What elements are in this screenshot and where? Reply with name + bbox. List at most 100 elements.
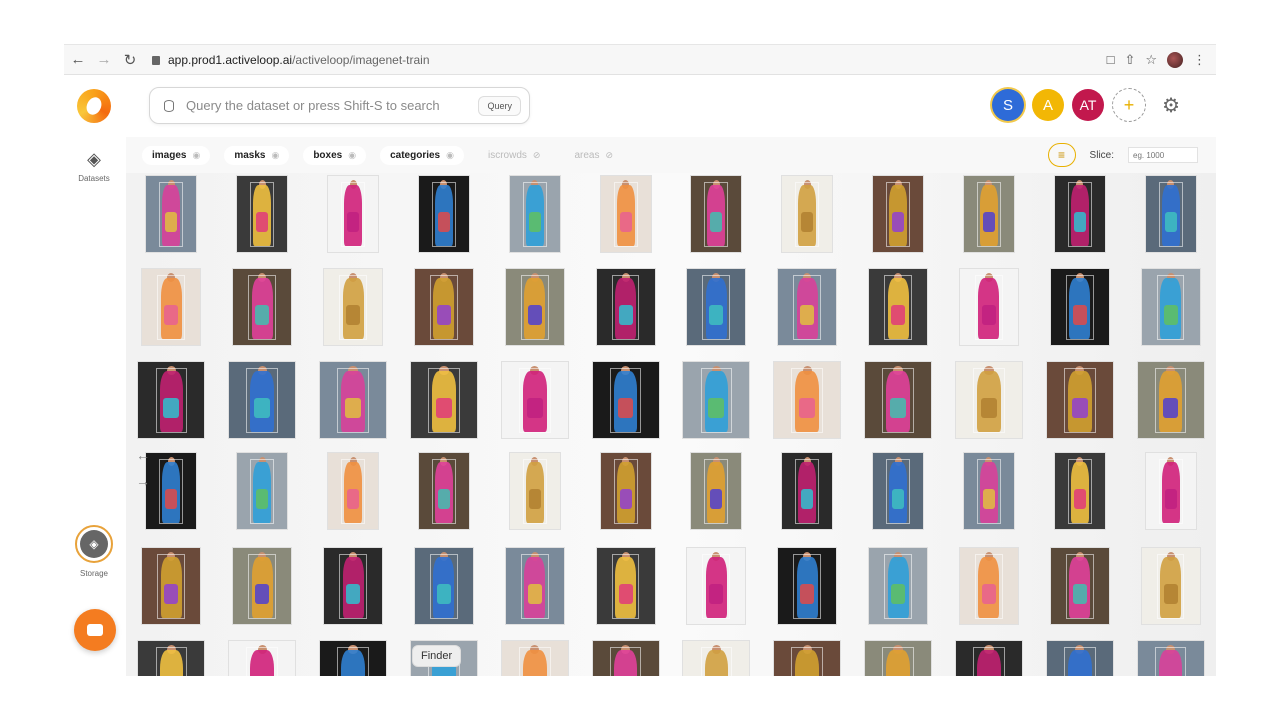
image-thumbnail[interactable] xyxy=(958,268,1019,346)
image-thumbnail[interactable] xyxy=(962,452,1015,530)
filter-chip-categories[interactable]: categories ◉ xyxy=(380,145,464,165)
image-thumbnail[interactable] xyxy=(141,547,202,625)
avatar-a[interactable]: A xyxy=(1032,89,1065,121)
image-thumbnail[interactable] xyxy=(508,175,561,253)
image-thumbnail[interactable] xyxy=(500,361,569,439)
menu-kebab-icon[interactable]: ⋮ xyxy=(1193,52,1206,68)
image-thumbnail[interactable] xyxy=(595,268,656,346)
view-settings-button[interactable]: ≡ xyxy=(1047,143,1076,167)
image-thumbnail[interactable] xyxy=(1049,547,1110,625)
image-thumbnail[interactable] xyxy=(1140,547,1201,625)
eye-icon[interactable]: ◉ xyxy=(348,150,356,161)
image-thumbnail[interactable] xyxy=(1144,175,1197,253)
image-thumbnail[interactable] xyxy=(504,268,565,346)
sidebar-item-datasets[interactable]: ◈ Datasets xyxy=(64,149,124,183)
image-thumbnail[interactable] xyxy=(962,175,1015,253)
image-thumbnail[interactable] xyxy=(781,175,834,253)
image-thumbnail[interactable] xyxy=(145,175,198,253)
image-thumbnail[interactable] xyxy=(864,361,933,439)
address-bar[interactable]: app.prod1.activeloop.ai/activeloop/image… xyxy=(152,53,430,67)
image-thumbnail[interactable] xyxy=(686,268,747,346)
image-thumbnail[interactable] xyxy=(868,547,929,625)
image-thumbnail[interactable] xyxy=(1053,175,1106,253)
chat-button[interactable] xyxy=(74,609,116,651)
image-thumbnail[interactable] xyxy=(500,640,569,676)
image-thumbnail[interactable] xyxy=(232,547,293,625)
page-icon[interactable]: □ xyxy=(1107,52,1115,67)
image-thumbnail[interactable] xyxy=(409,361,478,439)
image-thumbnail[interactable] xyxy=(508,452,561,530)
image-thumbnail[interactable] xyxy=(236,452,289,530)
arrow-right-icon[interactable]: → xyxy=(136,473,150,489)
image-thumbnail[interactable] xyxy=(145,452,198,530)
image-thumbnail[interactable] xyxy=(599,452,652,530)
star-icon[interactable]: ☆ xyxy=(1145,52,1157,68)
image-thumbnail[interactable] xyxy=(1144,452,1197,530)
image-thumbnail[interactable] xyxy=(690,452,743,530)
back-icon[interactable]: ← xyxy=(66,48,90,72)
image-thumbnail[interactable] xyxy=(777,547,838,625)
image-grid[interactable] xyxy=(126,173,1216,676)
image-thumbnail[interactable] xyxy=(137,361,206,439)
image-thumbnail[interactable] xyxy=(228,361,297,439)
filter-chip-iscrowds[interactable]: iscrowds ⊘ xyxy=(478,146,550,165)
filter-chip-images[interactable]: images ◉ xyxy=(142,145,211,165)
image-thumbnail[interactable] xyxy=(690,175,743,253)
image-thumbnail[interactable] xyxy=(236,175,289,253)
image-thumbnail[interactable] xyxy=(1136,361,1205,439)
search-input[interactable] xyxy=(186,98,456,113)
activeloop-logo[interactable] xyxy=(77,89,111,123)
image-thumbnail[interactable] xyxy=(413,547,474,625)
image-thumbnail[interactable] xyxy=(595,547,656,625)
image-thumbnail[interactable] xyxy=(777,268,838,346)
image-thumbnail[interactable] xyxy=(137,640,206,676)
sidebar-item-storage[interactable]: ◈ Storage xyxy=(64,525,124,578)
image-thumbnail[interactable] xyxy=(1045,640,1114,676)
image-thumbnail[interactable] xyxy=(323,547,384,625)
image-thumbnail[interactable] xyxy=(591,640,660,676)
slice-input[interactable] xyxy=(1128,147,1198,163)
image-thumbnail[interactable] xyxy=(591,361,660,439)
image-thumbnail[interactable] xyxy=(1053,452,1106,530)
share-icon[interactable]: ⇧ xyxy=(1124,52,1135,68)
avatar-at[interactable]: AT xyxy=(1072,89,1105,121)
image-thumbnail[interactable] xyxy=(773,361,842,439)
image-thumbnail[interactable] xyxy=(773,640,842,676)
browser-profile-avatar[interactable] xyxy=(1167,51,1183,68)
image-thumbnail[interactable] xyxy=(232,268,293,346)
reload-icon[interactable]: ↻ xyxy=(118,48,142,72)
image-thumbnail[interactable] xyxy=(417,175,470,253)
eye-off-icon[interactable]: ⊘ xyxy=(533,150,541,161)
filter-chip-areas[interactable]: areas ⊘ xyxy=(564,146,623,165)
image-thumbnail[interactable] xyxy=(1136,640,1205,676)
image-thumbnail[interactable] xyxy=(872,452,925,530)
image-thumbnail[interactable] xyxy=(682,361,751,439)
image-thumbnail[interactable] xyxy=(958,547,1019,625)
image-thumbnail[interactable] xyxy=(228,640,297,676)
image-thumbnail[interactable] xyxy=(868,268,929,346)
avatar-s[interactable]: S xyxy=(992,89,1025,121)
eye-icon[interactable]: ◉ xyxy=(446,150,454,161)
image-thumbnail[interactable] xyxy=(682,640,751,676)
image-thumbnail[interactable] xyxy=(599,175,652,253)
filter-chip-masks[interactable]: masks ◉ xyxy=(224,145,290,165)
image-thumbnail[interactable] xyxy=(319,361,388,439)
image-thumbnail[interactable] xyxy=(323,268,384,346)
image-thumbnail[interactable] xyxy=(872,175,925,253)
image-thumbnail[interactable] xyxy=(954,640,1023,676)
image-thumbnail[interactable] xyxy=(781,452,834,530)
image-thumbnail[interactable] xyxy=(504,547,565,625)
eye-icon[interactable]: ◉ xyxy=(192,150,200,161)
image-thumbnail[interactable] xyxy=(864,640,933,676)
arrow-left-icon[interactable]: ← xyxy=(136,447,150,463)
image-thumbnail[interactable] xyxy=(327,452,380,530)
image-thumbnail[interactable] xyxy=(141,268,202,346)
image-thumbnail[interactable] xyxy=(1045,361,1114,439)
query-button[interactable]: Query xyxy=(478,95,521,116)
image-thumbnail[interactable] xyxy=(413,268,474,346)
image-thumbnail[interactable] xyxy=(1049,268,1110,346)
gear-icon[interactable]: ⚙ xyxy=(1162,93,1180,118)
image-thumbnail[interactable] xyxy=(686,547,747,625)
eye-off-icon[interactable]: ⊘ xyxy=(605,150,613,161)
image-thumbnail[interactable] xyxy=(1140,268,1201,346)
